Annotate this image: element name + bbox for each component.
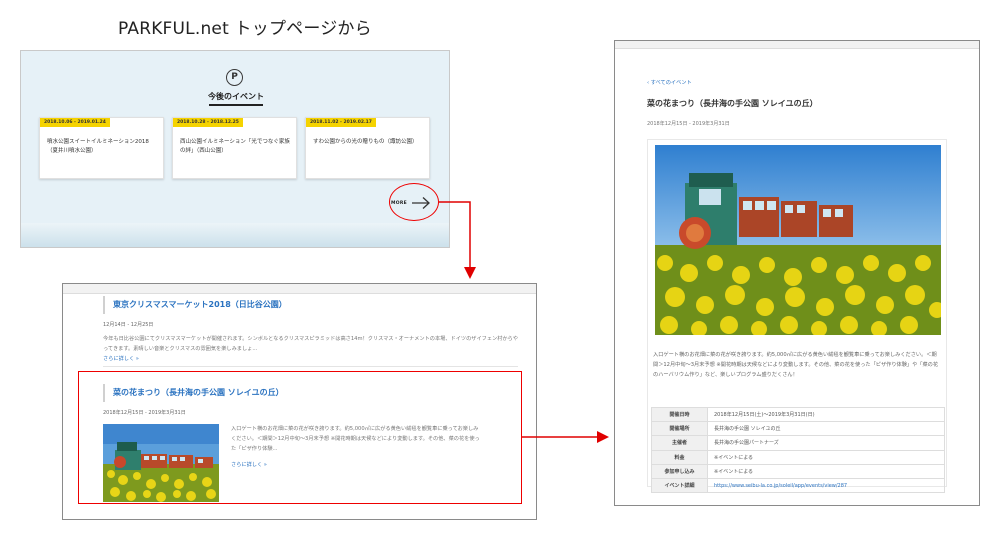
top-page-screenshot: P 今後のイベント 2018.10.06 - 2019.01.24 噴水公園スイ… [20, 50, 450, 248]
list-item-description: 今年も日比谷公園にてクリスマスマーケットが開催されます。シンボルとなるクリスマス… [103, 336, 518, 352]
table-row: イベント詳細 https://www.seibu-la.co.jp/soleil… [651, 477, 945, 494]
table-row: 主催者 長井海の手公園パートナーズ [651, 435, 945, 451]
table-key: 参加申し込み [651, 463, 708, 479]
table-value: ※イベントによる [707, 463, 945, 479]
parkful-logo-icon: P [226, 69, 243, 86]
list-item-date: 12月14日 - 12月25日 [103, 322, 154, 328]
event-detail-link[interactable]: https://www.seibu-la.co.jp/soleil/app/ev… [707, 477, 945, 494]
event-card-title: 噴水公園スイートイルミネーション2018（夏井川噴水公園） [47, 139, 149, 154]
event-date-badge: 2018.11.02 - 2019.02.17 [306, 118, 376, 127]
event-card[interactable]: 2018.10.06 - 2019.01.24 噴水公園スイートイルミネーション… [39, 117, 164, 179]
table-row: 開催場所 長井海の手公園 ソレイユの丘 [651, 421, 945, 437]
list-item: 東京クリスマスマーケット2018（日比谷公園） 12月14日 - 12月25日 … [103, 296, 518, 362]
table-value: 2018年12月15日(土)～2019年3月31日(日) [707, 406, 945, 423]
table-key: 開催日時 [651, 406, 708, 423]
event-date-badge: 2018.10.06 - 2019.01.24 [40, 118, 110, 127]
table-key: 料金 [651, 449, 708, 465]
table-value: ※イベントによる [707, 449, 945, 465]
browser-top-bar [63, 284, 536, 294]
table-row: 料金 ※イベントによる [651, 449, 945, 465]
event-main-image [655, 145, 941, 335]
list-item-title[interactable]: 東京クリスマスマーケット2018（日比谷公園） [103, 296, 518, 314]
upcoming-events-heading: 今後のイベント [208, 92, 264, 101]
event-detail-screenshot: ‹ すべてのイベント 菜の花まつり（長井海の手公園 ソレイユの丘） 2018年1… [614, 40, 980, 506]
table-key: イベント詳細 [651, 477, 708, 494]
table-value: 長井海の手公園パートナーズ [707, 435, 945, 451]
event-title: 菜の花まつり（長井海の手公園 ソレイユの丘） [647, 99, 818, 108]
table-value: 長井海の手公園 ソレイユの丘 [707, 421, 945, 437]
browser-top-bar [615, 41, 979, 49]
heading-underline [209, 104, 263, 106]
table-row: 参加申し込み ※イベントによる [651, 463, 945, 479]
table-key: 開催場所 [651, 421, 708, 437]
event-info-table: 開催日時 2018年12月15日(土)～2019年3月31日(日) 開催場所 長… [651, 406, 945, 494]
event-card-title: すわ公園からの光の贈りもの（諏訪公園） [313, 139, 418, 145]
back-to-events-link[interactable]: ‹ すべてのイベント [647, 79, 692, 86]
event-date-badge: 2018.10.28 - 2018.12.25 [173, 118, 243, 127]
read-more-link[interactable]: さらに詳しく » [103, 355, 518, 362]
event-card[interactable]: 2018.10.28 - 2018.12.25 西山公園イルミネーション「光でつ… [172, 117, 297, 179]
event-description: 入口ゲート横のお花畑に菜の花が咲き誇ります。約5,000㎡に広がる黄色い絨毯を観… [653, 352, 939, 379]
event-card-title: 西山公園イルミネーション「光でつなぐ家族の絆」（西山公園） [180, 139, 290, 154]
selected-event-highlight [78, 371, 522, 504]
event-card[interactable]: 2018.11.02 - 2019.02.17 すわ公園からの光の贈りもの（諏訪… [305, 117, 430, 179]
event-date: 2018年12月15日 - 2019年3月31日 [647, 121, 730, 127]
more-highlight-circle [389, 183, 439, 221]
page-footer-strip [21, 223, 449, 247]
table-key: 主催者 [651, 435, 708, 451]
list-divider [103, 366, 518, 367]
diagram-heading: PARKFUL.net トップページから [118, 19, 372, 39]
table-row: 開催日時 2018年12月15日(土)～2019年3月31日(日) [651, 406, 945, 423]
